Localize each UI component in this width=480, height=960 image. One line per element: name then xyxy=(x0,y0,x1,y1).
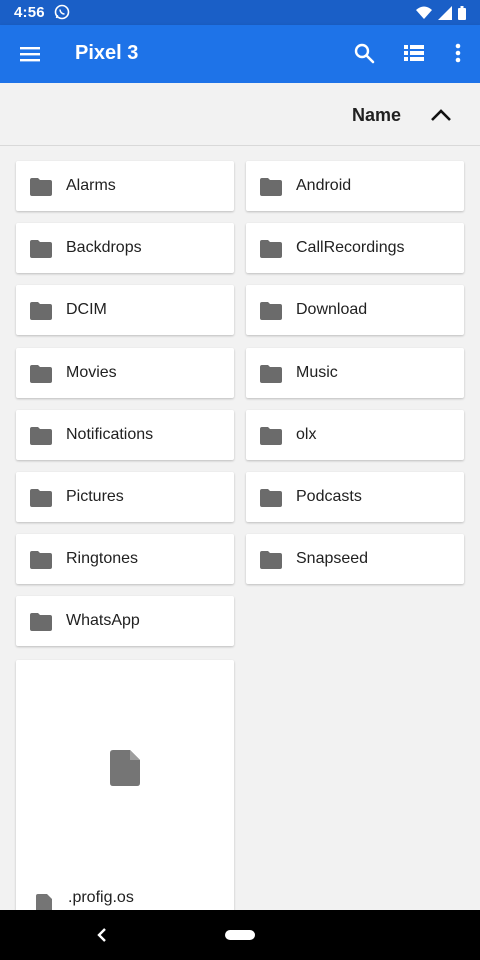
folder-label: Android xyxy=(296,177,352,194)
chevron-up-icon[interactable] xyxy=(428,102,454,128)
folder-tile[interactable]: Snapseed xyxy=(246,534,464,585)
folder-icon xyxy=(260,240,282,259)
folder-label: Music xyxy=(296,363,338,381)
folder-tile[interactable]: olx xyxy=(246,409,464,460)
battery-icon xyxy=(458,5,466,20)
folder-icon xyxy=(260,489,282,507)
folder-tile[interactable]: Music xyxy=(246,347,464,398)
whatsapp-icon xyxy=(54,4,70,20)
folder-icon xyxy=(30,613,52,632)
folder-icon xyxy=(260,551,282,570)
app-title: Pixel 3 xyxy=(75,42,139,64)
folder-label: Snapseed xyxy=(296,550,369,568)
folder-tile[interactable]: Backdrops xyxy=(16,223,234,274)
status-bar: 4:56 xyxy=(0,0,480,25)
menu-icon[interactable] xyxy=(18,42,42,66)
folder-label: Ringtones xyxy=(66,550,139,568)
folder-tile[interactable]: Ringtones xyxy=(16,534,234,585)
folder-tile[interactable]: Alarms xyxy=(16,161,234,211)
folder-tile[interactable]: Movies xyxy=(16,347,234,398)
list-view-icon[interactable] xyxy=(402,41,426,65)
folder-label: Alarms xyxy=(66,177,116,194)
folder-icon xyxy=(30,240,52,259)
folder-label: olx xyxy=(296,425,317,443)
folder-icon xyxy=(260,302,282,321)
folder-tile[interactable]: WhatsApp xyxy=(16,596,234,647)
folder-label: Podcasts xyxy=(296,488,362,505)
folder-tile[interactable]: Podcasts xyxy=(246,472,464,522)
more-vert-icon[interactable] xyxy=(446,41,470,65)
file-card[interactable]: .profig.os xyxy=(16,660,234,920)
wifi-icon xyxy=(416,6,432,19)
back-icon[interactable] xyxy=(92,925,112,945)
search-icon[interactable] xyxy=(352,41,376,65)
status-icons xyxy=(416,5,466,20)
folder-label: Pictures xyxy=(66,488,124,505)
folder-tile[interactable]: CallRecordings xyxy=(246,223,464,274)
folder-label: Notifications xyxy=(66,425,154,443)
folder-icon xyxy=(30,489,52,507)
folder-label: DCIM xyxy=(66,301,107,319)
file-icon xyxy=(110,750,140,786)
folder-label: Download xyxy=(296,301,368,319)
status-time: 4:56 xyxy=(14,4,45,21)
folder-label: Movies xyxy=(66,363,117,381)
folder-label: CallRecordings xyxy=(296,239,405,257)
folder-tile[interactable]: Pictures xyxy=(16,472,234,522)
app-bar: Pixel 3 xyxy=(0,25,480,83)
home-pill[interactable] xyxy=(225,930,255,940)
system-nav-bar xyxy=(0,910,480,960)
folder-icon xyxy=(30,551,52,570)
folder-icon xyxy=(260,426,282,445)
folder-tile[interactable]: Download xyxy=(246,285,464,336)
folder-icon xyxy=(260,364,282,383)
folder-icon xyxy=(30,426,52,445)
folder-tile[interactable]: Notifications xyxy=(16,409,234,460)
folder-icon xyxy=(30,178,52,196)
file-name: .profig.os xyxy=(68,889,134,906)
folder-icon xyxy=(260,178,282,196)
folder-label: Backdrops xyxy=(66,239,142,257)
sort-by-name-button[interactable]: Name xyxy=(352,105,401,126)
folder-icon xyxy=(30,302,52,321)
folder-icon xyxy=(30,364,52,383)
folder-label: WhatsApp xyxy=(66,612,140,630)
folder-tile[interactable]: Android xyxy=(246,161,464,211)
sort-bar: Name xyxy=(0,83,480,146)
signal-icon xyxy=(438,5,452,20)
folder-tile[interactable]: DCIM xyxy=(16,285,234,336)
